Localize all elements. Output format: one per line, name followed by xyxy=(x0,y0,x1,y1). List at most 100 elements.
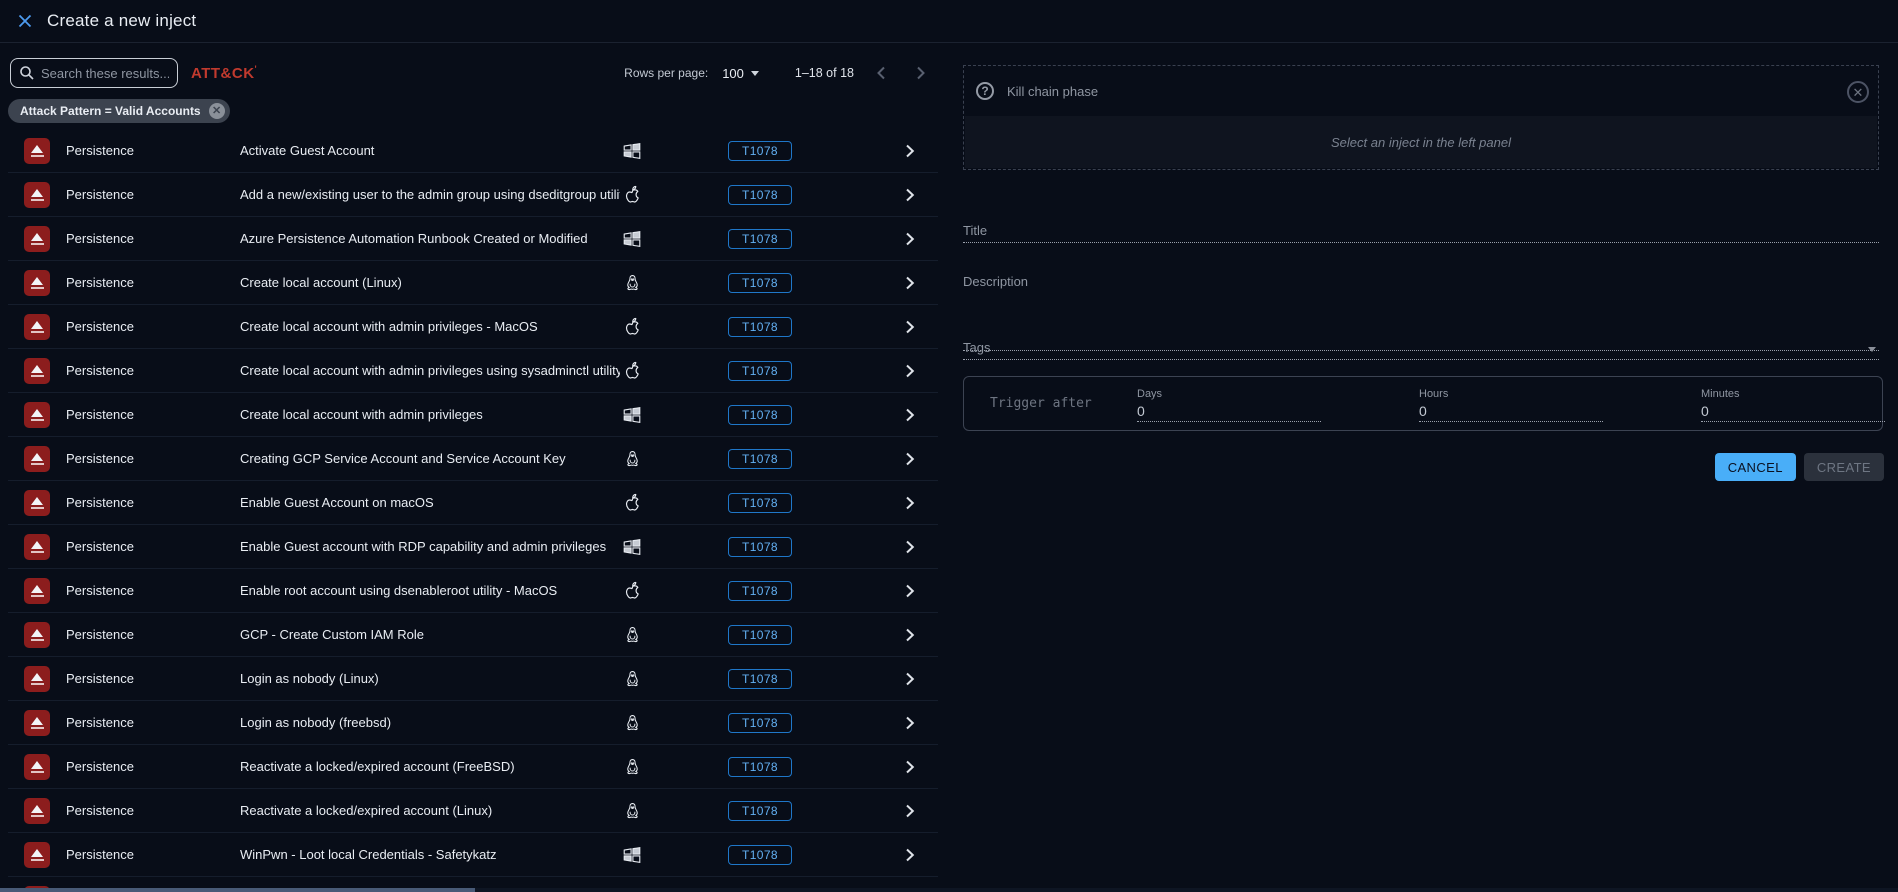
inject-title-cell: Azure Persistence Automation Runbook Cre… xyxy=(240,231,620,246)
windows-icon xyxy=(621,404,643,426)
scrollbar-thumb[interactable] xyxy=(0,888,475,892)
rows-per-page-select[interactable]: 100 xyxy=(722,66,759,81)
inject-row[interactable]: Persistence Login as nobody (freebsd) xyxy=(8,701,938,745)
technique-badge: T1078 xyxy=(728,141,792,161)
trigger-after-group: Trigger after Days 0 Hours 0 Minutes 0 xyxy=(963,376,1883,431)
windows-icon xyxy=(621,844,643,866)
chevron-right-icon[interactable] xyxy=(905,320,915,334)
kill-chain-phase-cell: Persistence xyxy=(66,231,240,246)
atomic-red-team-icon xyxy=(24,798,50,824)
dialog-title: Create a new inject xyxy=(47,11,196,31)
inject-row[interactable]: Persistence Login as nobody (Linux) xyxy=(8,657,938,701)
previous-page-button[interactable] xyxy=(868,60,894,86)
chevron-right-icon[interactable] xyxy=(905,496,915,510)
inject-row[interactable]: Persistence Enable root account using ds… xyxy=(8,569,938,613)
chevron-right-icon[interactable] xyxy=(905,364,915,378)
search-icon xyxy=(19,65,35,86)
kill-chain-phase-cell: Persistence xyxy=(66,671,240,686)
technique-badge: T1078 xyxy=(728,229,792,249)
hours-input[interactable]: 0 xyxy=(1419,403,1603,422)
filter-chip[interactable]: Attack Pattern = Valid Accounts ✕ xyxy=(8,99,230,123)
next-page-button[interactable] xyxy=(908,60,934,86)
inject-row[interactable]: Persistence Enable Guest account with RD… xyxy=(8,525,938,569)
filter-chip-label: Attack Pattern = Valid Accounts xyxy=(20,104,201,118)
inject-title-cell: Add a new/existing user to the admin gro… xyxy=(240,187,620,202)
chevron-right-icon[interactable] xyxy=(905,408,915,422)
technique-badge: T1078 xyxy=(728,581,792,601)
chevron-right-icon[interactable] xyxy=(905,452,915,466)
inject-title-cell: WinPwn - Loot local Credentials - Safety… xyxy=(240,847,620,862)
chevron-right-icon[interactable] xyxy=(905,804,915,818)
technique-badge: T1078 xyxy=(728,625,792,645)
kill-chain-phase-cell: Persistence xyxy=(66,275,240,290)
inject-row[interactable]: Persistence Create local account with ad… xyxy=(8,349,938,393)
linux-icon xyxy=(623,448,642,470)
inject-row[interactable]: Persistence Add a new/existing user to t… xyxy=(8,173,938,217)
inject-title-cell: Reactivate a locked/expired account (Fre… xyxy=(240,759,620,774)
inject-row[interactable]: Persistence Reactivate a locked/expired … xyxy=(8,789,938,833)
chevron-right-icon[interactable] xyxy=(905,540,915,554)
chevron-right-icon[interactable] xyxy=(905,584,915,598)
inject-row[interactable]: Persistence Creating GCP Service Account… xyxy=(8,437,938,481)
chevron-right-icon[interactable] xyxy=(905,188,915,202)
inject-row[interactable]: Persistence Create local account with ad… xyxy=(8,393,938,437)
kill-chain-phase-cell: Persistence xyxy=(66,847,240,862)
chevron-right-icon[interactable] xyxy=(905,232,915,246)
inject-row[interactable]: Persistence WinPwn - Loot local Credenti… xyxy=(8,833,938,877)
inject-title-cell: Enable root account using dsenableroot u… xyxy=(240,583,620,598)
search-input[interactable] xyxy=(10,58,178,88)
cancel-button[interactable]: CANCEL xyxy=(1715,453,1796,481)
inject-title-cell: Login as nobody (Linux) xyxy=(240,671,620,686)
linux-icon xyxy=(623,668,642,690)
trigger-minutes-field: Minutes 0 xyxy=(1701,385,1885,422)
horizontal-scrollbar[interactable] xyxy=(0,888,1898,892)
chevron-right-icon[interactable] xyxy=(905,276,915,290)
technique-badge: T1078 xyxy=(728,845,792,865)
kill-chain-phase-cell: Persistence xyxy=(66,319,240,334)
technique-badge: T1078 xyxy=(728,317,792,337)
days-input[interactable]: 0 xyxy=(1137,403,1321,422)
inject-title-cell: GCP - Create Custom IAM Role xyxy=(240,627,620,642)
chevron-right-icon[interactable] xyxy=(905,628,915,642)
tags-input[interactable]: Tags xyxy=(963,338,1879,360)
linux-icon xyxy=(623,272,642,294)
inject-row[interactable]: Persistence Reactivate a locked/expired … xyxy=(8,745,938,789)
inject-row[interactable]: Persistence Azure Persistence Automation… xyxy=(8,217,938,261)
chevron-right-icon[interactable] xyxy=(905,716,915,730)
trigger-hours-field: Hours 0 xyxy=(1419,385,1603,422)
inject-row[interactable]: Persistence Activate Guest Account xyxy=(8,129,938,173)
minutes-input[interactable]: 0 xyxy=(1701,403,1885,422)
chevron-right-icon[interactable] xyxy=(905,760,915,774)
clear-icon[interactable]: ✕ xyxy=(1847,81,1869,103)
atomic-red-team-icon xyxy=(24,270,50,296)
inject-picker-panel: ATT&CK' Rows per page: 100 1–18 of 18 At… xyxy=(0,44,948,889)
minutes-label: Minutes xyxy=(1701,388,1885,400)
atomic-red-team-icon xyxy=(24,402,50,428)
atomic-red-team-icon xyxy=(24,754,50,780)
kill-chain-phase-select[interactable]: ? Kill chain phase ✕ Select an inject in… xyxy=(963,65,1879,170)
apple-icon xyxy=(622,492,642,514)
empty-selection-area: Select an inject in the left panel xyxy=(965,116,1877,168)
kill-chain-phase-cell: Persistence xyxy=(66,715,240,730)
inject-list: Persistence Activate Guest Account xyxy=(8,129,938,889)
inject-row[interactable]: Persistence Create local account (Linux) xyxy=(8,261,938,305)
inject-title-cell: Create local account with admin privileg… xyxy=(240,407,620,422)
inject-row[interactable]: Persistence Enable Guest Account on macO… xyxy=(8,481,938,525)
atomic-red-team-icon xyxy=(24,314,50,340)
dialog-header: Create a new inject xyxy=(0,0,1898,43)
atomic-red-team-icon xyxy=(24,446,50,472)
close-icon[interactable] xyxy=(10,6,40,36)
title-input[interactable]: Title xyxy=(963,217,1879,243)
tags-label: Tags xyxy=(963,340,1879,355)
kill-chain-phase-cell: Persistence xyxy=(66,627,240,642)
chevron-right-icon[interactable] xyxy=(905,672,915,686)
chevron-right-icon[interactable] xyxy=(905,848,915,862)
technique-badge: T1078 xyxy=(728,801,792,821)
trigger-days-field: Days 0 xyxy=(1137,385,1321,422)
linux-icon xyxy=(623,756,642,778)
inject-row[interactable]: Persistence GCP - Create Custom IAM Role xyxy=(8,613,938,657)
create-button[interactable]: CREATE xyxy=(1804,453,1884,481)
chip-remove-icon[interactable]: ✕ xyxy=(209,103,225,119)
chevron-right-icon[interactable] xyxy=(905,144,915,158)
inject-row[interactable]: Persistence Create local account with ad… xyxy=(8,305,938,349)
